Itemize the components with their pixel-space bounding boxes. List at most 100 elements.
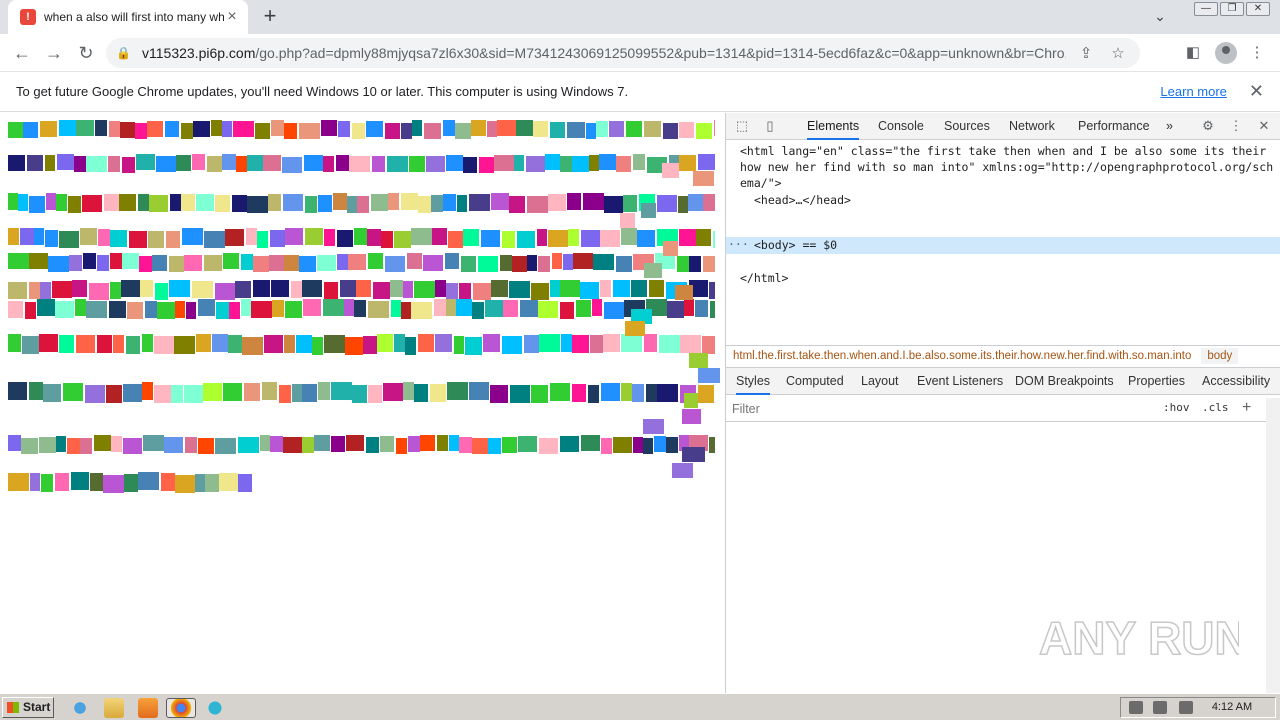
reload-icon[interactable]: ↻ — [74, 41, 98, 65]
tab-computed[interactable]: Computed — [786, 368, 844, 395]
node-actions-ellipsis[interactable]: ··· — [728, 237, 749, 251]
inspect-element-icon[interactable]: ⬚ — [734, 118, 750, 134]
colored-square — [409, 156, 425, 172]
html-open-tag-line-2[interactable]: how new her find with so man into" xmlns… — [740, 159, 1273, 175]
tab-close-icon[interactable]: × — [224, 9, 240, 25]
forward-arrow-icon[interactable]: → — [42, 41, 66, 65]
cls-toggle[interactable]: .cls — [1202, 401, 1229, 414]
tab-strip: ! when a also will first into many what … — [0, 0, 1280, 34]
colored-square — [216, 302, 229, 319]
more-menu-icon[interactable]: ⋮ — [1245, 41, 1269, 65]
colored-square — [305, 228, 323, 245]
tab-network[interactable]: Network — [1009, 113, 1055, 140]
tab-properties[interactable]: Properties — [1128, 368, 1185, 395]
html-close-tag[interactable]: </html> — [740, 270, 788, 286]
close-icon[interactable]: ✕ — [1249, 81, 1264, 102]
network-icon[interactable] — [1153, 701, 1167, 714]
body-node[interactable]: <body> == $0 — [754, 237, 837, 253]
colored-square — [572, 156, 589, 172]
action-center-icon[interactable] — [1179, 701, 1193, 714]
colored-square — [129, 231, 147, 248]
volume-icon[interactable] — [1129, 701, 1143, 714]
colored-square — [394, 231, 411, 248]
colored-square — [487, 121, 497, 137]
breadcrumb-body[interactable]: body — [1201, 348, 1239, 364]
media-player-icon[interactable] — [138, 698, 158, 718]
colored-square — [403, 281, 413, 298]
tab-console[interactable]: Console — [878, 113, 924, 140]
browser-tab[interactable]: ! when a also will first into many what … — [8, 0, 248, 34]
colored-square — [503, 300, 518, 317]
tab-layout[interactable]: Layout — [861, 368, 899, 395]
colored-square — [57, 154, 74, 170]
colored-square — [39, 437, 56, 453]
breadcrumb: html.the.first.take.then.when.and.I.be.a… — [726, 345, 1280, 368]
internet-explorer-icon[interactable] — [70, 698, 90, 718]
colored-square — [679, 155, 696, 171]
profile-avatar[interactable] — [1215, 42, 1237, 64]
new-tab-button[interactable]: + — [258, 5, 282, 28]
colored-square — [317, 255, 336, 271]
close-window-button[interactable]: ✕ — [1246, 2, 1270, 16]
colored-square — [164, 437, 183, 453]
colored-square — [383, 383, 403, 401]
html-open-tag-line-3[interactable]: ema/"> — [740, 175, 782, 191]
colored-square — [108, 156, 120, 172]
hov-toggle[interactable]: :hov — [1163, 401, 1190, 414]
back-arrow-icon[interactable]: ← — [10, 41, 34, 65]
tab-styles[interactable]: Styles — [736, 368, 771, 395]
minimize-button[interactable]: — — [1194, 2, 1218, 16]
bookmark-star-icon[interactable]: ☆ — [1106, 44, 1130, 62]
colored-square — [418, 196, 431, 213]
colored-square — [494, 155, 514, 171]
new-style-rule-button[interactable]: + — [1242, 399, 1251, 417]
tab-elements[interactable]: Elements — [807, 113, 860, 140]
colored-square — [626, 121, 642, 137]
maximize-button[interactable]: ❐ — [1220, 2, 1244, 16]
kebab-menu-icon[interactable]: ⋮ — [1228, 118, 1244, 134]
html-open-tag-line-1[interactable]: <html lang="en" class="the first take th… — [740, 143, 1266, 159]
device-toolbar-icon[interactable]: ▯ — [762, 118, 778, 134]
address-bar[interactable]: 🔒 v115323.pi6p.com/go.php?ad=dpmly88mjyq… — [106, 38, 1140, 68]
chevron-down-icon[interactable]: ⌄ — [1150, 8, 1170, 26]
colored-square — [371, 194, 388, 211]
start-button[interactable]: Start — [2, 697, 54, 718]
colored-square — [18, 194, 28, 211]
gear-icon[interactable]: ⚙ — [1200, 118, 1216, 134]
url-text[interactable]: v115323.pi6p.com/go.php?ad=dpmly88mjyqsa… — [142, 45, 1066, 61]
close-devtools-icon[interactable]: ✕ — [1256, 118, 1272, 134]
tab-event-listeners[interactable]: Event Listeners — [917, 368, 1003, 395]
tab-performance[interactable]: Performance — [1078, 113, 1150, 140]
colored-square — [680, 335, 701, 353]
clock[interactable]: 4:12 AM — [1207, 698, 1257, 717]
colored-square — [580, 282, 599, 299]
colored-square — [176, 155, 191, 171]
colored-square — [109, 301, 126, 318]
colored-square — [324, 282, 338, 299]
tab-accessibility[interactable]: Accessibility — [1202, 368, 1270, 395]
tab-dom-breakpoints[interactable]: DOM Breakpoints — [1015, 368, 1114, 395]
colored-square — [204, 231, 225, 248]
colored-square — [485, 300, 503, 317]
colored-square — [283, 437, 302, 453]
learn-more-link[interactable]: Learn more — [1160, 84, 1226, 99]
styles-scrollbar[interactable] — [1266, 398, 1280, 693]
file-explorer-icon[interactable] — [104, 698, 124, 718]
colored-square — [255, 123, 270, 139]
edge-icon[interactable] — [205, 698, 225, 718]
styles-filter-input[interactable] — [732, 399, 1152, 419]
tab-sources[interactable]: Sources — [944, 113, 990, 140]
breadcrumb-html[interactable]: html.the.first.take.then.when.and.I.be.a… — [733, 350, 1191, 362]
colored-square — [270, 436, 283, 452]
colored-square — [586, 123, 596, 139]
head-node[interactable]: <head>…</head> — [754, 192, 851, 208]
chrome-taskbar-icon[interactable] — [166, 698, 196, 718]
share-icon[interactable]: ⇪ — [1074, 44, 1098, 62]
colored-square — [215, 438, 236, 454]
side-panel-icon[interactable]: ◧ — [1181, 41, 1205, 65]
colored-square — [354, 300, 366, 317]
colored-square — [589, 155, 599, 171]
colored-square — [55, 473, 69, 491]
more-tabs-button[interactable]: » — [1166, 113, 1173, 140]
window-controls: — ❐ ✕ — [1194, 2, 1270, 16]
